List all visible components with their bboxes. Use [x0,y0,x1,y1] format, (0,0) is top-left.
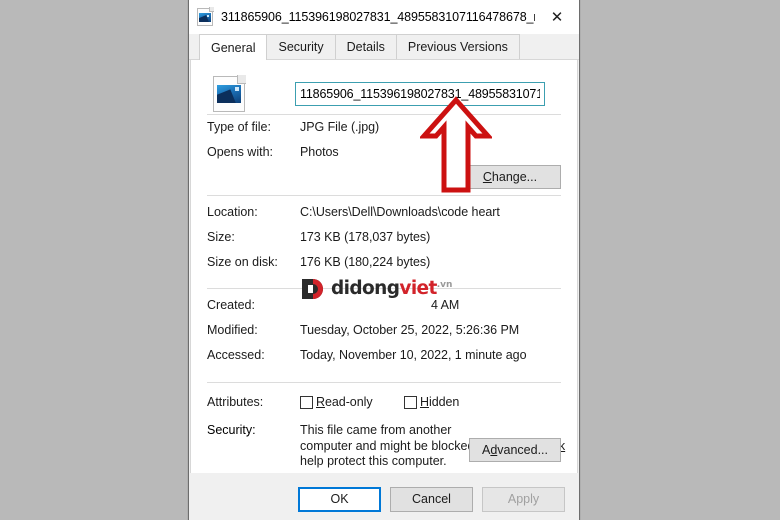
file-properties-window: 311865906_115396198027831_48955831071164… [188,0,580,520]
row-type-of-file: Type of file: JPG File (.jpg) [207,115,561,140]
readonly-label: Read-only [316,395,373,409]
row-value: JPG File (.jpg) [300,120,561,134]
security-label: Security: [207,423,300,437]
change-button-row: Change... [207,165,561,195]
advanced-button[interactable]: Advanced... [469,438,561,462]
filename-input[interactable] [295,82,545,106]
row-opens-with: Opens with: Photos [207,140,561,165]
hidden-label: Hidden [420,395,459,409]
file-type-section: Type of file: JPG File (.jpg) Opens with… [191,115,577,195]
attributes-label: Attributes: [207,395,300,409]
row-label: Opens with: [207,145,300,159]
change-button-label-rest: hange... [492,170,537,184]
wordmark-part3: .vn [437,280,453,290]
row-value: Photos [300,145,561,159]
didongviet-logo-mark [301,278,325,300]
checkbox-box [300,396,313,409]
row-label: Size on disk: [207,255,300,269]
row-size-on-disk: Size on disk: 176 KB (180,224 bytes) [207,250,561,275]
attributes-section: Attributes: Read-only Hidden [191,383,577,415]
didongviet-watermark: didongviet.vn [301,277,452,301]
row-label: Type of file: [207,120,300,134]
window-title: 311865906_115396198027831_48955831071164… [221,10,535,24]
readonly-checkbox[interactable]: Read-only [300,395,373,409]
row-value: 173 KB (178,037 bytes) [300,230,561,244]
row-label: Accessed: [207,348,300,362]
row-value: 176 KB (180,224 bytes) [300,255,561,269]
change-button[interactable]: Change... [459,165,561,189]
jpg-image-file-icon [213,76,245,112]
row-modified: Modified: Tuesday, October 25, 2022, 5:2… [207,318,561,343]
row-value: C:\Users\Dell\Downloads\code heart [300,205,561,219]
wordmark-part1: didong [331,278,399,299]
dialog-footer: OK Cancel Apply [189,473,579,520]
row-value: Today, November 10, 2022, 1 minute ago [300,348,561,362]
row-location: Location: C:\Users\Dell\Downloads\code h… [207,200,561,225]
tab-previous-versions[interactable]: Previous Versions [396,34,520,59]
file-header-row [191,60,577,114]
security-message: This file came from another computer and… [300,423,490,470]
attribute-checkboxes: Read-only Hidden [300,395,561,412]
row-value: Tuesday, October 25, 2022, 5:26:36 PM [300,323,561,337]
row-label: Size: [207,230,300,244]
apply-button[interactable]: Apply [482,487,565,512]
ok-button[interactable]: OK [298,487,381,512]
window-titlebar: 311865906_115396198027831_48955831071164… [189,0,579,34]
hidden-checkbox[interactable]: Hidden [404,395,459,409]
image-file-icon-small [197,8,213,26]
cancel-button[interactable]: Cancel [390,487,473,512]
tab-general[interactable]: General [199,34,267,60]
row-accessed: Accessed: Today, November 10, 2022, 1 mi… [207,343,561,368]
checkbox-box [404,396,417,409]
tab-details[interactable]: Details [335,34,397,59]
tab-strip: General Security Details Previous Versio… [189,34,579,60]
wordmark-part2: viet [399,278,436,299]
row-label: Created: [207,298,300,312]
row-attributes: Attributes: Read-only Hidden [207,390,561,415]
row-size: Size: 173 KB (178,037 bytes) [207,225,561,250]
tab-security[interactable]: Security [266,34,335,59]
didongviet-wordmark: didongviet.vn [331,280,452,299]
row-label: Modified: [207,323,300,337]
file-size-section: Location: C:\Users\Dell\Downloads\code h… [191,196,577,275]
close-icon[interactable]: ✕ [535,0,579,34]
row-label: Location: [207,205,300,219]
